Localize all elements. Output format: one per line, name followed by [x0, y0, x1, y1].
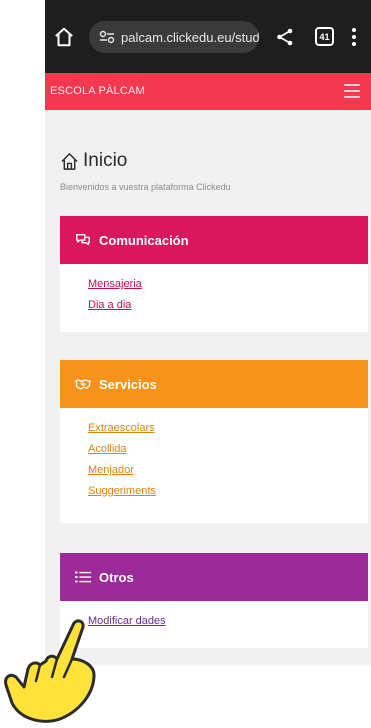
app-header: ESCOLA PÀLCAM	[45, 73, 371, 110]
more-menu-icon[interactable]	[351, 27, 357, 47]
pointing-hand-icon	[4, 619, 96, 723]
card-links-servicios: Extraescolars Acollida Menjador Suggerim…	[60, 408, 368, 497]
link-dia-a-dia[interactable]: Dia a dia	[88, 299, 368, 311]
link-mensajeria[interactable]: Mensajeria	[88, 278, 368, 290]
list-icon	[74, 571, 92, 583]
home-icon[interactable]	[53, 26, 75, 48]
card-header-comunicacion: Comunicación	[60, 216, 368, 264]
browser-toolbar: palcam.clickedu.eu/stude 41	[45, 0, 371, 73]
link-modificar-dades[interactable]: Modificar dades	[88, 615, 368, 627]
card-servicios: Servicios Extraescolars Acollida Menjado…	[60, 360, 368, 523]
card-links-comunicacion: Mensajeria Dia a dia	[60, 264, 368, 311]
page-title: Inicio	[60, 150, 127, 172]
address-bar[interactable]: palcam.clickedu.eu/stude	[89, 21, 259, 53]
page-title-text: Inicio	[83, 150, 128, 171]
link-menjador[interactable]: Menjador	[88, 464, 368, 476]
site-settings-icon[interactable]	[99, 30, 115, 44]
card-title-comunicacion: Comunicación	[99, 232, 189, 248]
share-icon[interactable]	[276, 28, 294, 46]
url-text[interactable]: palcam.clickedu.eu/stude	[121, 30, 259, 45]
card-title-servicios: Servicios	[99, 376, 157, 392]
house-icon	[61, 152, 78, 170]
page-subtitle: Bienvenidos a vuestra plataforma Clicked…	[60, 182, 231, 192]
tab-count: 41	[319, 31, 330, 42]
card-title-otros: Otros	[99, 569, 134, 585]
card-header-otros: Otros	[60, 553, 368, 601]
handshake-icon	[74, 379, 92, 390]
link-suggeriments[interactable]: Suggeriments	[88, 485, 368, 497]
link-acollida[interactable]: Acollida	[88, 443, 368, 455]
card-comunicacion: Comunicación Mensajeria Dia a dia	[60, 216, 368, 332]
hamburger-menu-icon[interactable]	[344, 84, 360, 98]
school-name[interactable]: ESCOLA PÀLCAM	[50, 85, 145, 97]
card-header-servicios: Servicios	[60, 360, 368, 408]
link-extraescolars[interactable]: Extraescolars	[88, 422, 368, 434]
chat-icon	[76, 233, 90, 246]
tabs-icon[interactable]: 41	[315, 27, 334, 46]
